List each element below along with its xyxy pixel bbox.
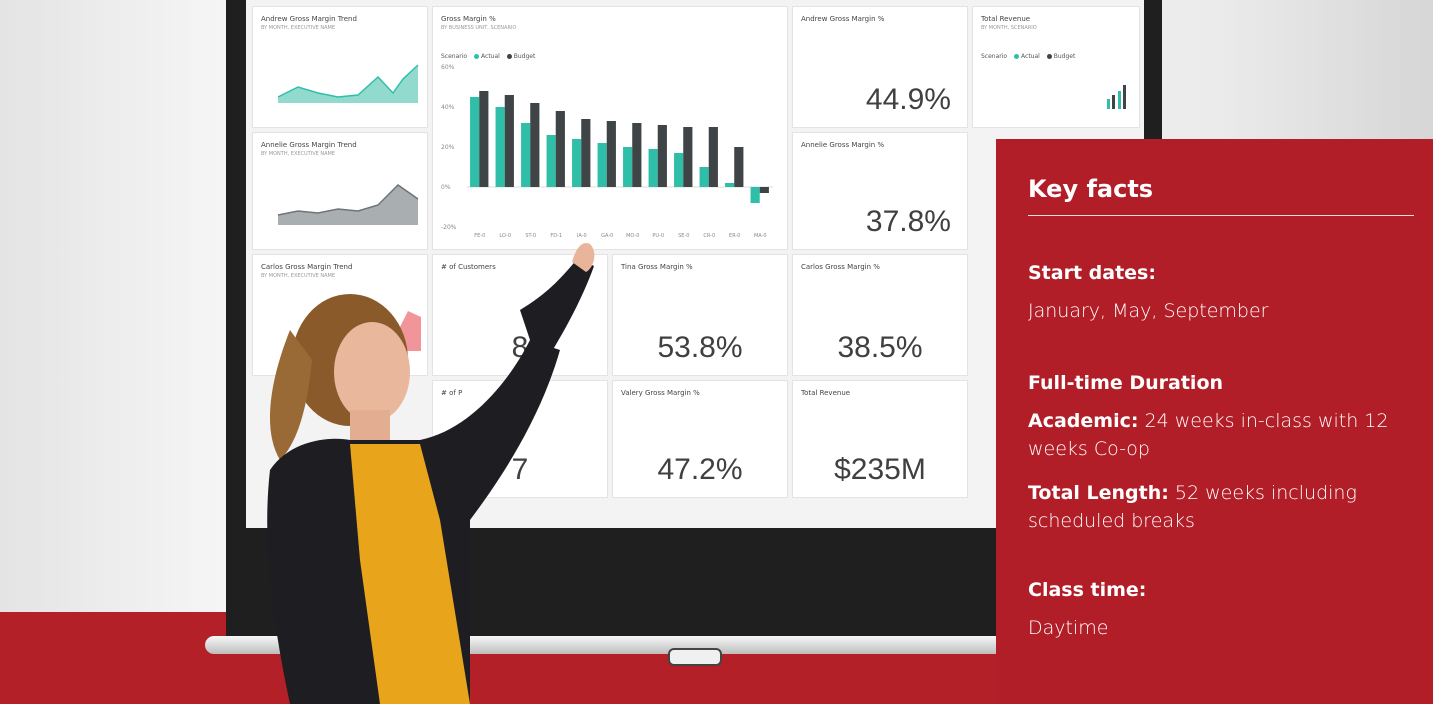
total-length-line: Total Length: 52 weeks including schedul… bbox=[1028, 479, 1418, 535]
divider bbox=[1028, 215, 1414, 216]
class-time-label: Class time: bbox=[1028, 579, 1147, 601]
class-time-value: Daytime bbox=[1028, 617, 1109, 639]
duration-label: Full-time Duration bbox=[1028, 372, 1224, 394]
key-facts-panel: Key facts Start dates: January, May, Sep… bbox=[996, 139, 1433, 704]
academic-label: Academic: bbox=[1028, 410, 1139, 432]
start-dates-label: Start dates: bbox=[1028, 262, 1156, 284]
start-dates-value: January, May, September bbox=[1028, 300, 1269, 322]
total-length-label: Total Length: bbox=[1028, 482, 1169, 504]
key-facts-heading: Key facts bbox=[1028, 175, 1154, 203]
academic-line: Academic: 24 weeks in-class with 12 week… bbox=[1028, 407, 1418, 463]
